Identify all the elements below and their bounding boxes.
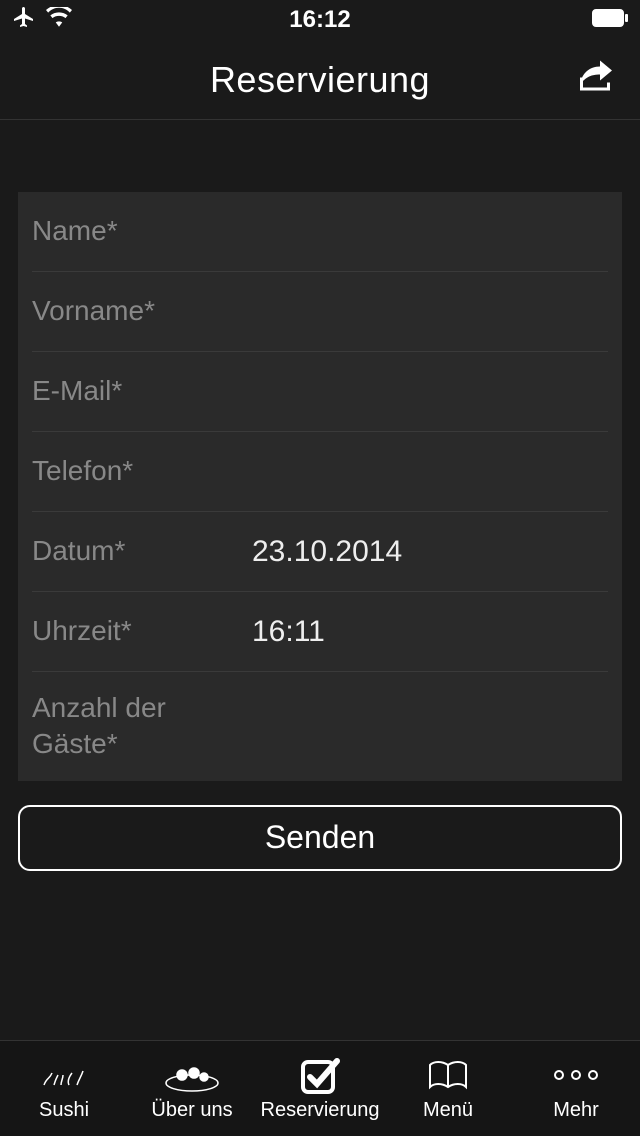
checkbox-icon	[300, 1055, 340, 1095]
status-right	[592, 6, 628, 34]
datum-row[interactable]: Datum* 23.10.2014	[32, 512, 608, 592]
status-left	[12, 5, 72, 36]
vorname-field[interactable]	[222, 295, 608, 329]
gaeste-field[interactable]	[222, 709, 608, 743]
tab-menue-label: Menü	[423, 1099, 473, 1122]
status-bar: 16:12	[0, 0, 640, 40]
datum-label: Datum*	[32, 533, 252, 569]
uhrzeit-label: Uhrzeit*	[32, 613, 252, 649]
tray-icon	[164, 1055, 220, 1095]
name-label: Name*	[32, 213, 222, 249]
battery-icon	[592, 6, 628, 34]
send-button[interactable]: Senden	[18, 805, 622, 871]
send-button-label: Senden	[265, 819, 375, 856]
tab-reservierung-label: Reservierung	[261, 1099, 380, 1122]
email-row[interactable]: E-Mail*	[32, 352, 608, 432]
reservation-form: Name* Vorname* E-Mail* Telefon* Datum* 2…	[18, 192, 622, 781]
vorname-row[interactable]: Vorname*	[32, 272, 608, 352]
tab-bar: Sushi Über uns Reservierung Menü Mehr	[0, 1040, 640, 1136]
vorname-label: Vorname*	[32, 293, 222, 329]
uhrzeit-row[interactable]: Uhrzeit* 16:11	[32, 592, 608, 672]
telefon-field[interactable]	[222, 455, 608, 489]
tab-ueber-uns[interactable]: Über uns	[128, 1041, 256, 1136]
tab-menue[interactable]: Menü	[384, 1041, 512, 1136]
status-time: 16:12	[289, 6, 350, 34]
telefon-row[interactable]: Telefon*	[32, 432, 608, 512]
more-dots-icon	[551, 1055, 601, 1095]
sushi-logo-icon	[39, 1055, 89, 1095]
share-button[interactable]	[576, 60, 616, 99]
gaeste-label: Anzahl der Gäste*	[32, 690, 222, 763]
name-row[interactable]: Name*	[32, 192, 608, 272]
page-title: Reservierung	[210, 59, 430, 101]
telefon-label: Telefon*	[32, 453, 222, 489]
uhrzeit-value[interactable]: 16:11	[252, 615, 608, 649]
name-field[interactable]	[222, 215, 608, 249]
tab-mehr[interactable]: Mehr	[512, 1041, 640, 1136]
airplane-icon	[12, 5, 36, 36]
tab-sushi-label: Sushi	[39, 1099, 89, 1122]
menu-book-icon	[426, 1055, 470, 1095]
gaeste-row[interactable]: Anzahl der Gäste*	[32, 672, 608, 781]
tab-mehr-label: Mehr	[553, 1099, 599, 1122]
email-label: E-Mail*	[32, 373, 222, 409]
wifi-icon	[46, 6, 72, 34]
tab-sushi[interactable]: Sushi	[0, 1041, 128, 1136]
tab-ueber-label: Über uns	[151, 1099, 232, 1122]
nav-bar: Reservierung	[0, 40, 640, 120]
tab-reservierung[interactable]: Reservierung	[256, 1041, 384, 1136]
datum-value[interactable]: 23.10.2014	[252, 535, 608, 569]
email-field[interactable]	[222, 375, 608, 409]
